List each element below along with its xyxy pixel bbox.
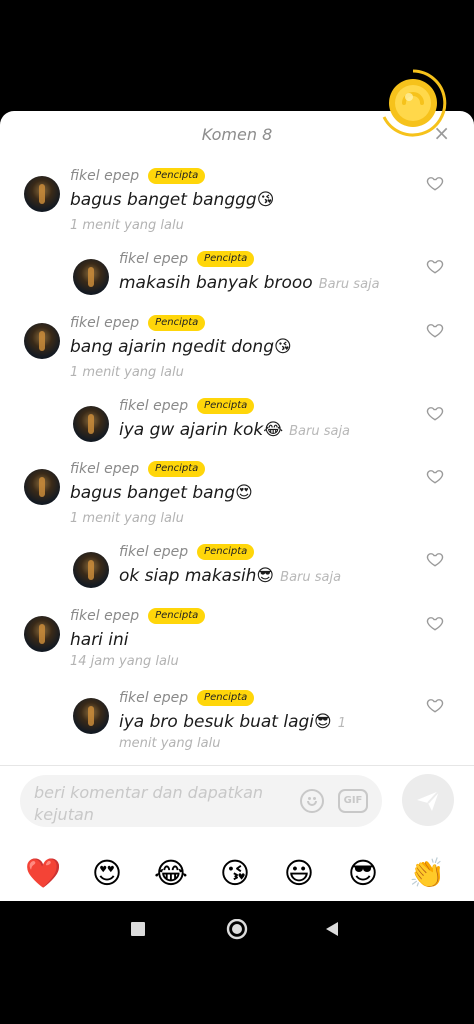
gold-coin-reward-icon[interactable]	[377, 67, 449, 139]
comment-time: Baru saja	[318, 277, 380, 292]
creator-badge: Pencipta	[148, 315, 206, 331]
comment-text: ok siap makasih😎	[119, 566, 275, 586]
comment-time: 1 menit yang lalu	[70, 511, 184, 526]
creator-badge: Pencipta	[148, 461, 206, 477]
username[interactable]: fikel epep	[70, 608, 139, 624]
comment-meta: fikel epep Pencipta	[119, 251, 255, 267]
comment-time: Baru saja	[280, 570, 342, 585]
comment-text: bagus banget bang😍	[70, 483, 253, 503]
comment-time: 1 menit yang lalu	[70, 365, 184, 380]
creator-badge: Pencipta	[197, 690, 255, 706]
comment-text: makasih banyak brooo	[119, 273, 313, 293]
emoji-laugh-button[interactable]: 😂	[151, 853, 191, 893]
composer-divider	[0, 765, 474, 766]
username[interactable]: fikel epep	[119, 398, 188, 414]
comment-meta: fikel epep Pencipta	[119, 544, 255, 560]
emoji-clap-button[interactable]: 👏	[407, 853, 447, 893]
system-nav-bar	[0, 901, 474, 1024]
username[interactable]: fikel epep	[119, 544, 188, 560]
emoji-cool-button[interactable]: 😎	[343, 853, 383, 893]
heart-outline-icon[interactable]	[426, 550, 444, 568]
comment-time: menit yang lalu	[119, 736, 221, 751]
comment-meta: fikel epep Pencipta	[70, 168, 206, 184]
comment-text: iya bro besuk buat lagi😎	[119, 712, 332, 732]
comment-text: bagus banget banggg😘	[70, 190, 275, 210]
gif-icon[interactable]: GIF	[338, 789, 368, 813]
avatar[interactable]	[24, 469, 60, 505]
square-icon[interactable]	[128, 919, 148, 939]
comment-text: bang ajarin ngedit dong😘	[70, 337, 292, 357]
heart-outline-icon[interactable]	[426, 614, 444, 632]
comment-time: Baru saja	[289, 424, 351, 439]
send-icon	[417, 790, 440, 811]
comment-meta: fikel epep Pencipta	[119, 690, 255, 706]
avatar[interactable]	[73, 552, 109, 588]
comment-time: 14 jam yang lalu	[70, 654, 179, 669]
avatar[interactable]	[24, 176, 60, 212]
creator-badge: Pencipta	[148, 608, 206, 624]
emoji-heart-eyes-button[interactable]: 😍	[87, 853, 127, 893]
comment-time: 1 menit yang lalu	[70, 218, 184, 233]
triangle-back-icon[interactable]	[322, 919, 342, 939]
comment-time-inline: 1	[337, 716, 347, 731]
comment-input[interactable]: beri komentar dan dapatkan kejutan GIF	[20, 775, 382, 827]
emoji-heart-button[interactable]: ❤️	[23, 853, 63, 893]
comment-input-placeholder: beri komentar dan dapatkan kejutan	[34, 783, 264, 824]
comment-meta: fikel epep Pencipta	[70, 608, 206, 624]
avatar[interactable]	[73, 406, 109, 442]
creator-badge: Pencipta	[197, 251, 255, 267]
circle-icon[interactable]	[224, 919, 250, 945]
creator-badge: Pencipta	[197, 544, 255, 560]
emoji-kiss-button[interactable]: 😘	[215, 853, 255, 893]
comment-body: iya gw ajarin kok😂 Baru saja	[119, 420, 350, 440]
heart-outline-icon[interactable]	[426, 257, 444, 275]
emoji-smile-button[interactable]: 😃	[279, 853, 319, 893]
avatar[interactable]	[24, 323, 60, 359]
comment-body: ok siap makasih😎 Baru saja	[119, 566, 341, 586]
avatar[interactable]	[73, 259, 109, 295]
heart-outline-icon[interactable]	[426, 404, 444, 422]
smiley-icon[interactable]	[300, 789, 324, 813]
username[interactable]: fikel epep	[119, 251, 188, 267]
heart-outline-icon[interactable]	[426, 321, 444, 339]
avatar[interactable]	[73, 698, 109, 734]
heart-outline-icon[interactable]	[426, 174, 444, 192]
comment-meta: fikel epep Pencipta	[70, 315, 206, 331]
heart-outline-icon[interactable]	[426, 467, 444, 485]
comment-body: iya bro besuk buat lagi😎 1	[119, 712, 346, 732]
comments-sheet: Komen 8 × fikel epep Pencipta bagus bang…	[0, 111, 474, 901]
heart-outline-icon[interactable]	[426, 696, 444, 714]
send-button[interactable]	[402, 774, 454, 826]
quick-emoji-bar: ❤️ 😍 😂 😘 😃 😎 👏	[0, 853, 474, 893]
comment-meta: fikel epep Pencipta	[70, 461, 206, 477]
creator-badge: Pencipta	[148, 168, 206, 184]
comment-meta: fikel epep Pencipta	[119, 398, 255, 414]
username[interactable]: fikel epep	[119, 690, 188, 706]
username[interactable]: fikel epep	[70, 461, 139, 477]
creator-badge: Pencipta	[197, 398, 255, 414]
comment-text: iya gw ajarin kok😂	[119, 420, 284, 440]
username[interactable]: fikel epep	[70, 315, 139, 331]
comment-body: makasih banyak brooo Baru saja	[119, 273, 380, 293]
comment-text: hari ini	[70, 630, 129, 650]
username[interactable]: fikel epep	[70, 168, 139, 184]
avatar[interactable]	[24, 616, 60, 652]
